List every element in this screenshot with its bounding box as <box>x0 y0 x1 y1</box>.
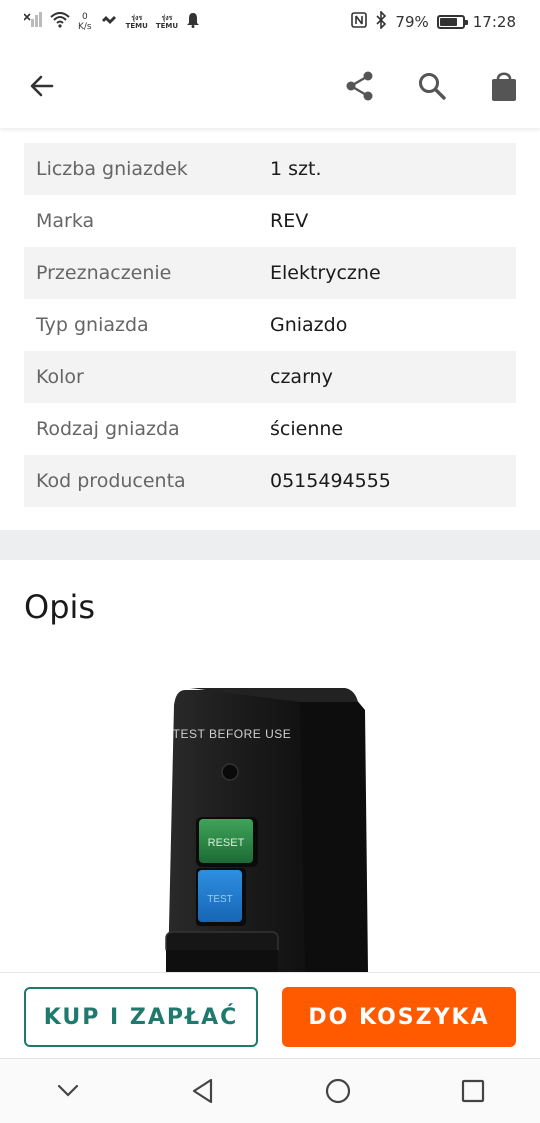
bell-icon <box>186 12 200 32</box>
add-to-cart-button[interactable]: DO KOSZYKA <box>282 987 516 1047</box>
bluetooth-icon <box>375 10 387 33</box>
status-right: 79% 17:28 <box>351 10 516 33</box>
attribute-value: 1 szt. <box>270 158 322 180</box>
attribute-value: 0515494555 <box>270 470 391 492</box>
speed-unit: K/s <box>78 22 92 32</box>
logo-bottom-text: TEMU <box>155 22 179 30</box>
indicator-light <box>221 763 239 781</box>
attribute-label: Rodzaj gniazda <box>36 418 180 440</box>
table-row: Rodzaj gniazda ścienne <box>24 403 516 455</box>
attributes-table: Liczba gniazdek 1 szt. Marka REV Przezna… <box>24 143 516 507</box>
temu-notification-icon-1: รุ่งร TEMU <box>126 14 148 30</box>
no-sim-icon <box>23 12 42 32</box>
square-recents-icon <box>461 1079 484 1103</box>
table-row: Kolor czarny <box>24 351 516 403</box>
section-divider <box>0 530 540 560</box>
table-row: Liczba gniazdek 1 szt. <box>24 143 516 195</box>
cart-button[interactable] <box>482 64 526 108</box>
attribute-label: Typ gniazda <box>36 314 149 336</box>
attribute-value: czarny <box>270 366 333 388</box>
test-label: TEST <box>207 894 233 905</box>
back-button[interactable] <box>20 64 64 108</box>
clock: 17:28 <box>472 13 516 31</box>
share-button[interactable] <box>338 64 382 108</box>
attribute-label: Kolor <box>36 366 84 388</box>
table-row: Marka REV <box>24 195 516 247</box>
attribute-value: Gniazdo <box>270 314 348 336</box>
battery-icon <box>436 15 468 29</box>
attribute-label: Marka <box>36 210 95 232</box>
arrow-left-icon <box>30 75 54 97</box>
reset-label: RESET <box>208 837 245 849</box>
table-row: Przeznaczenie Elektryczne <box>24 247 516 299</box>
attribute-value: REV <box>270 210 309 232</box>
attribute-label: Liczba gniazdek <box>36 158 188 180</box>
bottom-action-bar: KUP I ZAPŁAĆ DO KOSZYKA <box>0 972 540 1059</box>
nfc-icon <box>351 12 368 32</box>
circle-home-icon <box>325 1078 350 1104</box>
nav-recents-button[interactable] <box>443 1061 503 1121</box>
search-button[interactable] <box>410 64 454 108</box>
status-left: 0 K/s รุ่งร TEMU รุ่งร TEMU <box>23 12 200 32</box>
share-icon <box>346 71 373 101</box>
chevron-down-icon <box>57 1084 78 1097</box>
app-notification-icon <box>100 13 118 31</box>
system-navigation-bar <box>0 1058 540 1123</box>
triangle-back-icon <box>192 1078 212 1104</box>
nav-hide-button[interactable] <box>38 1061 98 1121</box>
logo-bottom-text: TEMU <box>125 22 148 30</box>
app-bar <box>0 44 540 128</box>
product-image[interactable]: TEST BEFORE USE RESET TEST <box>0 650 540 972</box>
socket-lid <box>166 950 278 972</box>
network-speed: 0 K/s <box>78 12 92 32</box>
search-icon <box>419 73 446 100</box>
test-before-use-label: TEST BEFORE USE <box>173 727 292 741</box>
speed-value: 0 <box>81 12 88 22</box>
nav-back-button[interactable] <box>173 1061 233 1121</box>
shopping-bag-icon <box>492 72 516 101</box>
status-bar: 0 K/s รุ่งร TEMU รุ่งร TEMU 79% 17:28 <box>0 0 540 44</box>
temu-notification-icon-2: รุ่งร TEMU <box>156 14 178 30</box>
attribute-label: Przeznaczenie <box>36 262 172 284</box>
logo-top-text: รุ่งร <box>131 14 143 22</box>
table-row: Kod producenta 0515494555 <box>24 455 516 507</box>
description-title: Opis <box>24 588 96 626</box>
wifi-icon <box>50 12 70 32</box>
table-row: Typ gniazda Gniazdo <box>24 299 516 351</box>
nav-home-button[interactable] <box>308 1061 368 1121</box>
attribute-label: Kod producenta <box>36 470 186 492</box>
attribute-value: Elektryczne <box>270 262 381 284</box>
battery-percent: 79% <box>395 13 429 31</box>
buy-now-button[interactable]: KUP I ZAPŁAĆ <box>24 987 258 1047</box>
attribute-value: ścienne <box>270 418 344 440</box>
logo-top-text: รุ่งร <box>161 14 173 22</box>
